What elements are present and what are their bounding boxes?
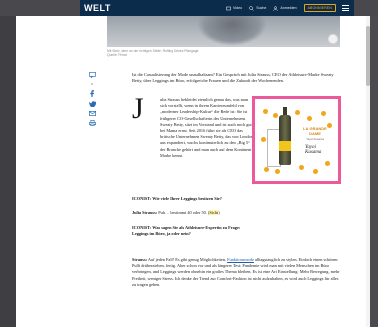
image-zoom-icon[interactable] — [328, 34, 338, 44]
answer-1-name: Julia Strauss: — [132, 210, 158, 215]
user-icon — [273, 5, 279, 11]
ad-bottle — [279, 115, 291, 165]
answer-2-name: Strauss: — [132, 257, 148, 262]
ad-signature: Yayoi Kusama — [305, 145, 322, 155]
site-header: WELT Video Suche Anmelden ABONNIEREN — [80, 0, 354, 16]
drop-cap: J — [132, 92, 144, 125]
share-rail: 0 — [88, 72, 96, 126]
article-intro: Ist die Casualisierung der Mode unaufhal… — [132, 72, 334, 83]
hero-figure — [197, 16, 267, 46]
tv-icon — [226, 6, 231, 10]
nav-login[interactable]: Anmelden — [273, 5, 297, 11]
mail-icon[interactable] — [88, 111, 96, 116]
subscribe-button[interactable]: ABONNIEREN — [303, 4, 336, 12]
site-logo[interactable]: WELT — [84, 3, 111, 13]
ad-artwork: LA GRANDE DAME Yayoi Kusama Yayoi Kusama — [261, 107, 333, 175]
answer-2-link[interactable]: Funktionsmode — [227, 257, 254, 262]
ad-dot — [275, 169, 280, 174]
ad-dot — [307, 116, 312, 121]
ad-title: LA GRANDE DAME — [303, 126, 327, 136]
answer-1-text: Puh… bestimmt 40 oder 50. — [158, 210, 207, 215]
nav-video-label: Video — [233, 6, 243, 10]
ad-dot — [313, 169, 318, 174]
answer-1: Julia Strauss: Puh… bestimmt 40 oder 50.… — [132, 210, 220, 215]
hamburger-icon[interactable] — [342, 5, 349, 11]
facebook-icon[interactable] — [90, 90, 94, 97]
nav-login-label: Anmelden — [280, 6, 297, 10]
answer-2: Strauss: Auf jeden Fall! Es gibt genug M… — [132, 257, 340, 288]
ad-dot — [299, 165, 304, 170]
ad-dot — [325, 161, 330, 166]
hero-image — [107, 16, 340, 47]
ad-dot — [321, 111, 326, 116]
print-icon[interactable] — [88, 120, 96, 126]
advertisement[interactable]: LA GRANDE DAME Yayoi Kusama Yayoi Kusama — [252, 96, 341, 184]
ad-dot — [264, 167, 269, 172]
ad-dot — [261, 137, 266, 142]
answer-1-highlight: Sicht — [209, 210, 219, 215]
ad-subtitle: Yayoi Kusama — [306, 137, 324, 141]
ad-dot — [273, 113, 278, 118]
comment-icon[interactable] — [88, 72, 96, 78]
scroll-thumb[interactable] — [366, 26, 370, 86]
browser-frame: WELT Video Suche Anmelden ABONNIEREN Mit… — [0, 0, 378, 327]
hero-credit: Quelle: Privat — [107, 53, 127, 58]
question-2-text: ICONIST: Was sagen Sie als Athleisure-Ex… — [132, 225, 241, 237]
search-icon — [249, 5, 254, 11]
question-2: ICONIST: Was sagen Sie als Athleisure-Ex… — [132, 225, 254, 237]
question-1-text: ICONIST: Wie viele Ihrer Leggings besitz… — [132, 196, 222, 201]
nav-search-label: Suche — [256, 6, 267, 10]
twitter-icon[interactable] — [88, 101, 96, 107]
browser-left-edge — [0, 16, 16, 327]
comment-count: 0 — [91, 82, 93, 86]
scrollbar[interactable] — [366, 16, 370, 327]
article-paragraph-1: ulia Strauss bekleidet ziemlich genau da… — [160, 97, 253, 158]
nav-video[interactable]: Video — [226, 6, 242, 11]
ad-dot — [295, 110, 300, 115]
ad-bottle-label — [279, 141, 291, 151]
ad-dot — [263, 109, 268, 114]
question-1: ICONIST: Wie viele Ihrer Leggings besitz… — [132, 196, 254, 202]
answer-2-text-before: Auf jeden Fall! Es gibt genug Möglichkei… — [147, 257, 227, 262]
nav-search[interactable]: Suche — [249, 5, 267, 11]
hero-caption: Mit Stolz, aber an der richtigen Stelle:… — [107, 49, 327, 58]
